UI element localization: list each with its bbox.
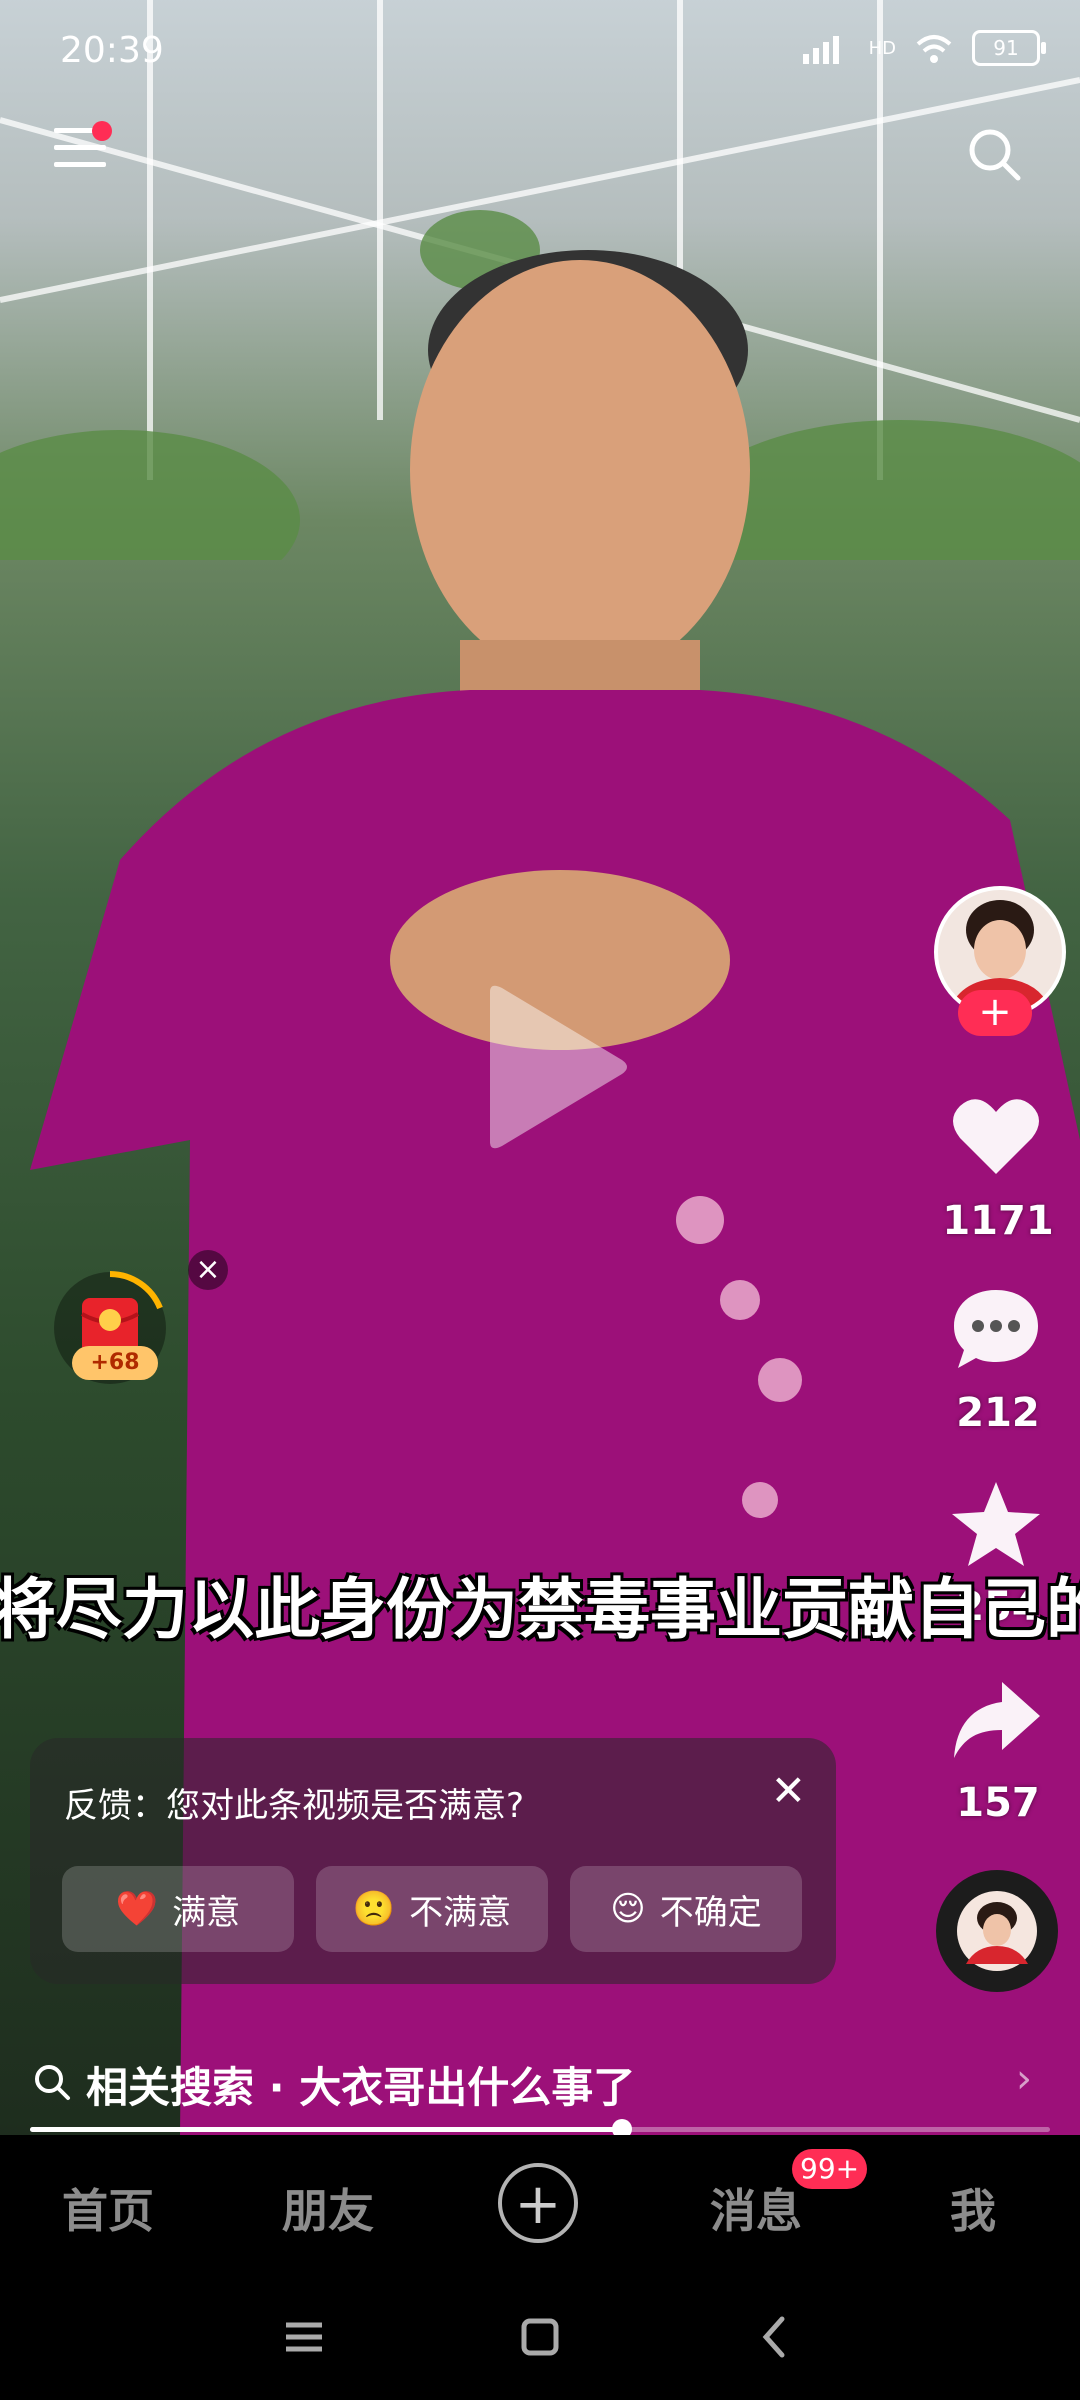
red-packet-reward: +68 (72, 1346, 158, 1380)
share-count: 157 (956, 1780, 1040, 1826)
search-icon (35, 2065, 70, 2100)
like-count: 1171 (942, 1198, 1054, 1244)
status-time: 20:39 (60, 30, 164, 71)
satisfied-label: 满意 (172, 1892, 241, 1933)
menu-line (54, 162, 106, 167)
frown-emoji-icon: 🙁 (352, 1889, 396, 1929)
bottom-nav: 首页 朋友 + 消息 99+ 我 (0, 2135, 1080, 2275)
follow-button[interactable]: + (958, 990, 1032, 1036)
unsure-button[interactable]: 😌 不确定 (570, 1866, 802, 1952)
network-label: HD (868, 37, 896, 59)
back-icon[interactable] (752, 2313, 800, 2361)
dissatisfied-button[interactable]: 🙁 不满意 (316, 1866, 548, 1952)
chevron-right-icon: › (1016, 2056, 1032, 2102)
play-icon[interactable] (480, 982, 630, 1152)
share-icon[interactable] (948, 1672, 1044, 1768)
related-search-text: 相关搜索 · 大衣哥出什么事了 (86, 2063, 636, 2112)
notification-dot (92, 121, 112, 141)
progress-fill (30, 2127, 622, 2132)
home-icon[interactable] (516, 2313, 564, 2361)
comment-icon[interactable] (948, 1282, 1044, 1378)
system-navigation-bar (0, 2275, 1080, 2400)
menu-line (54, 145, 106, 150)
feedback-close-button[interactable]: ✕ (771, 1766, 806, 1815)
tab-home[interactable]: 首页 (62, 2175, 154, 2241)
recents-icon[interactable] (280, 2313, 328, 2361)
wifi-icon (916, 35, 952, 63)
battery-icon: 91 (972, 30, 1046, 66)
satisfied-button[interactable]: ❤️ 满意 (62, 1866, 294, 1952)
music-disc[interactable] (936, 1870, 1058, 1992)
music-disc-avatar (957, 1891, 1037, 1971)
heart-emoji-icon: ❤️ (115, 1889, 159, 1929)
search-icon[interactable] (966, 126, 1022, 182)
create-button[interactable]: + (498, 2163, 578, 2243)
relieved-emoji-icon: 😌 (610, 1889, 646, 1929)
related-search-bar[interactable]: 相关搜索 · 大衣哥出什么事了 › (0, 2048, 1080, 2118)
signal-icon (802, 36, 839, 64)
comment-count: 212 (956, 1390, 1040, 1436)
unsure-label: 不确定 (659, 1892, 762, 1933)
feedback-card: 反馈：您对此条视频是否满意? ✕ ❤️ 满意 🙁 不满意 😌 不确定 (30, 1738, 836, 1984)
tab-messages[interactable]: 消息 (710, 2175, 802, 2241)
status-icons: HD 91 (802, 30, 1046, 66)
video-subtitle: 将尽力以此身份为禁毒事业贡献自己的 (0, 1571, 1080, 1648)
heart-icon[interactable] (948, 1088, 1044, 1184)
tab-me[interactable]: 我 (950, 2175, 996, 2241)
tab-friends[interactable]: 朋友 (282, 2175, 374, 2241)
messages-badge: 99+ (792, 2149, 868, 2189)
dissatisfied-label: 不满意 (409, 1892, 512, 1933)
feedback-title: 反馈：您对此条视频是否满意? (64, 1786, 525, 1826)
progress-bar[interactable] (30, 2119, 1050, 2139)
red-packet-close-button[interactable]: × (188, 1250, 228, 1290)
